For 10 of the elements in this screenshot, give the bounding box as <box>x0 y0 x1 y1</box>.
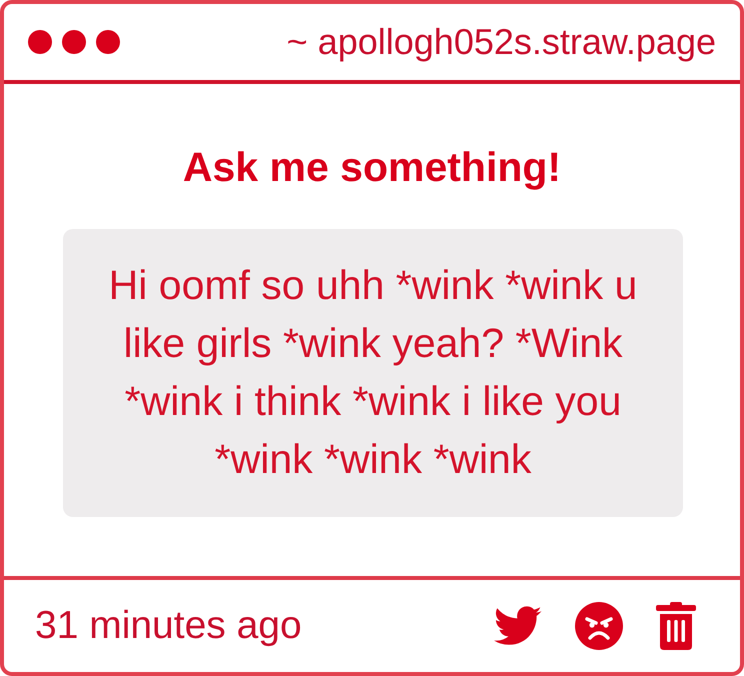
prompt-title: Ask me something! <box>182 143 562 192</box>
trash-icon[interactable] <box>656 602 696 650</box>
dot-icon <box>96 30 120 54</box>
timestamp: 31 minutes ago <box>35 602 302 649</box>
page-address: ~ apollogh052s.straw.page <box>286 20 716 64</box>
dot-icon <box>28 30 52 54</box>
bird-icon[interactable] <box>494 606 542 646</box>
angry-face-icon[interactable] <box>575 602 623 650</box>
question-text: Hi oomf so uhh *wink *wink u like girls *wink yeah? *Wink *wink i think *wink i like you *wink *wink *wink <box>108 261 638 484</box>
dot-icon <box>62 30 86 54</box>
